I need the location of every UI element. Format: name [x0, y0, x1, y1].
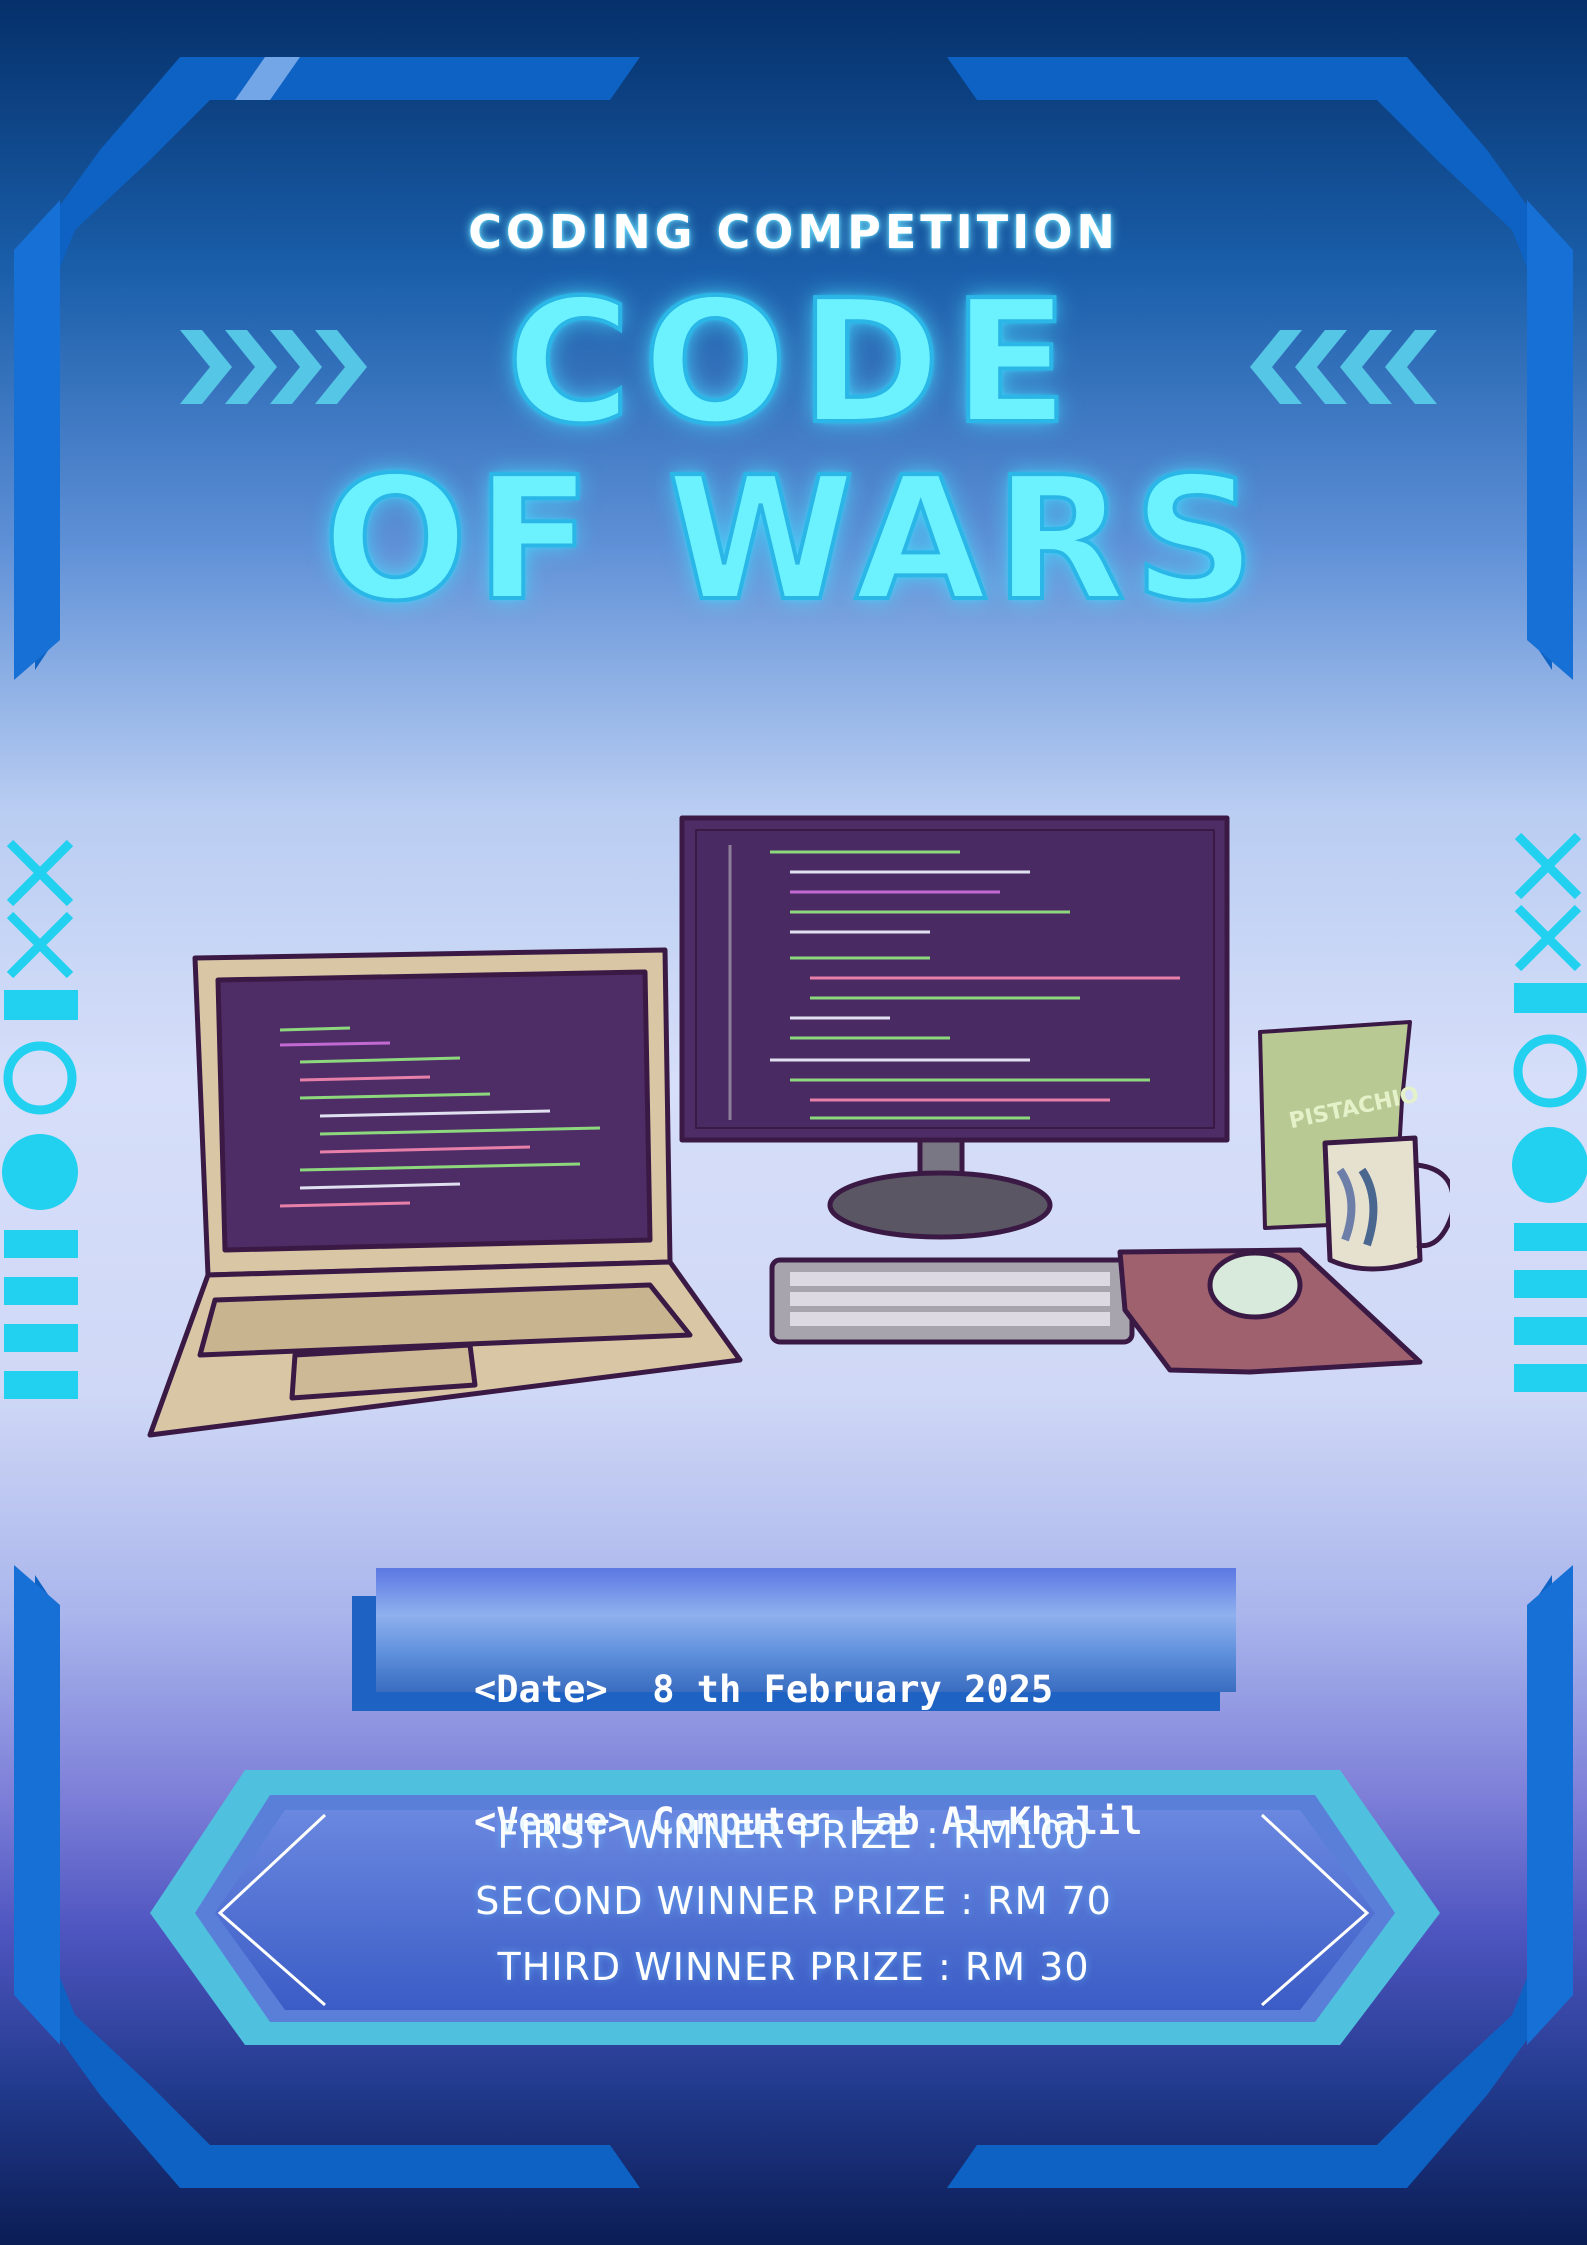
left-side-symbols: [2, 839, 78, 1399]
date-value: 8 th February 2025: [652, 1668, 1054, 1711]
circle-outline-icon: [1513, 1034, 1587, 1108]
bar-icon: [4, 990, 78, 1020]
second-prize: SECOND WINNER PRIZE : RM 70: [475, 1879, 1112, 1923]
bar-icon: [1514, 983, 1587, 1013]
subtitle: CODING COMPETITION: [468, 205, 1119, 259]
circle-outline-icon: [3, 1041, 77, 1115]
mouse: [1207, 1250, 1303, 1320]
computer-setup-illustration: PISTACHIO: [147, 815, 1450, 1438]
right-side-symbols: [1512, 832, 1587, 1392]
filled-circle-icon: [2, 1134, 78, 1210]
poster: CODING COMPETITION CODE OF WARS PISTACHI…: [0, 0, 1587, 2245]
laptop: [147, 947, 743, 1438]
date-tag: <Date>: [474, 1668, 608, 1711]
filled-circle-icon: [1512, 1127, 1587, 1203]
title-line-1: CODE: [504, 264, 1081, 462]
date-row: <Date> 8 th February 2025: [474, 1668, 1142, 1712]
title-line-2: OF WARS: [321, 441, 1264, 639]
mug: [1322, 1135, 1450, 1272]
keyboard-keys: [790, 1272, 1110, 1326]
third-prize: THIRD WINNER PRIZE : RM 30: [497, 1945, 1090, 1989]
first-prize: FIRST WINNER PRIZE : RM100: [497, 1813, 1090, 1857]
